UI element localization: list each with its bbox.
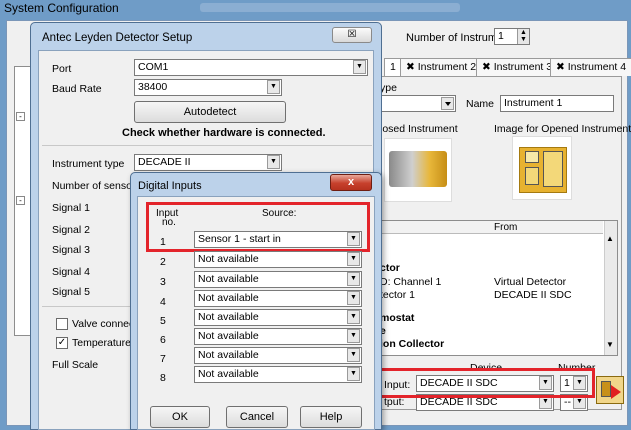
tab-instrument-2[interactable]: ✖ Instrument 2 bbox=[400, 58, 483, 76]
input-row-number: 4 bbox=[160, 296, 166, 308]
input-row-number: 8 bbox=[160, 372, 166, 384]
full-scale-label: Full Scale bbox=[52, 359, 99, 371]
list-item[interactable]: tector 1 bbox=[380, 289, 415, 301]
table-header-from: From bbox=[494, 222, 518, 233]
detector-dialog-title: Antec Leyden Detector Setup bbox=[42, 32, 193, 44]
tab-instrument-3[interactable]: ✖ Instrument 3 bbox=[476, 58, 559, 76]
input-source-select[interactable]: Not available bbox=[194, 309, 362, 326]
instrument-type-select[interactable]: DECADE II bbox=[134, 154, 282, 171]
autodetect-button[interactable]: Autodetect bbox=[134, 101, 286, 123]
input-highlight-box bbox=[375, 368, 595, 398]
input-source-select[interactable]: Not available bbox=[194, 366, 362, 383]
opened-instrument-image-label: Image for Opened Instrument bbox=[494, 123, 631, 135]
chevron-down-icon[interactable]: ▼ bbox=[347, 367, 360, 381]
input-source-select[interactable]: Not available bbox=[194, 328, 362, 345]
input-row-number: 2 bbox=[160, 256, 166, 268]
list-item-from: Virtual Detector bbox=[494, 276, 567, 288]
components-table bbox=[378, 220, 618, 356]
scroll-down-icon[interactable]: ▼ bbox=[606, 340, 614, 349]
chevron-down-icon[interactable]: ▼ bbox=[267, 155, 280, 169]
chevron-down-icon[interactable]: ▼ bbox=[347, 348, 360, 362]
chevron-down-icon[interactable]: ▼ bbox=[347, 329, 360, 343]
components-table-header bbox=[379, 221, 603, 234]
port-select[interactable]: COM1 bbox=[134, 59, 368, 76]
list-item[interactable]: D: Channel 1 bbox=[380, 276, 441, 288]
cancel-button[interactable]: Cancel bbox=[226, 406, 288, 428]
input-source-select[interactable]: Not available bbox=[194, 290, 362, 307]
temperature-label: Temperature bbox=[72, 337, 131, 349]
list-item[interactable]: mostat bbox=[380, 312, 414, 324]
input-row-number: 3 bbox=[160, 276, 166, 288]
io-settings-icon[interactable] bbox=[596, 376, 624, 404]
input-1-highlight-box bbox=[146, 202, 370, 252]
signal-5-label: Signal 5 bbox=[52, 286, 90, 298]
signal-1-label: Signal 1 bbox=[52, 202, 90, 214]
signal-4-label: Signal 4 bbox=[52, 266, 90, 278]
signal-3-label: Signal 3 bbox=[52, 244, 90, 256]
chevron-down-icon[interactable]: ▼ bbox=[267, 80, 280, 94]
type-label: ype bbox=[380, 82, 397, 94]
instrument-type-label: Instrument type bbox=[52, 158, 125, 170]
port-label: Port bbox=[52, 63, 72, 75]
tree-expander-icon[interactable]: - bbox=[16, 196, 25, 205]
name-label: Name bbox=[466, 98, 495, 110]
signal-2-label: Signal 2 bbox=[52, 224, 90, 236]
tree-expander-icon[interactable]: - bbox=[16, 112, 25, 121]
list-item[interactable]: ion Collector bbox=[380, 338, 444, 350]
close-icon[interactable]: x bbox=[330, 174, 372, 191]
baud-rate-label: Baud Rate bbox=[52, 83, 102, 95]
input-row-number: 6 bbox=[160, 334, 166, 346]
check-hardware-text: Check whether hardware is connected. bbox=[122, 127, 326, 139]
input-row-number: 5 bbox=[160, 315, 166, 327]
opened-instrument-image[interactable] bbox=[512, 136, 572, 200]
number-spinner-icon[interactable]: ▲ ▼ bbox=[517, 29, 529, 44]
digital-inputs-title: Digital Inputs bbox=[138, 180, 202, 192]
chevron-down-icon[interactable]: ▼ bbox=[347, 291, 360, 305]
chevron-down-icon[interactable]: ▼ bbox=[347, 272, 360, 286]
list-item[interactable]: ctor bbox=[380, 262, 400, 274]
main-window-title-blurred bbox=[200, 3, 460, 12]
chevron-down-icon[interactable]: ▼ bbox=[347, 310, 360, 324]
chevron-down-icon[interactable]: ▼ bbox=[347, 252, 360, 266]
type-select[interactable] bbox=[378, 95, 456, 112]
main-window-title: System Configuration bbox=[4, 1, 119, 15]
divider bbox=[42, 145, 372, 146]
baud-rate-select[interactable]: 38400 bbox=[134, 79, 282, 96]
list-item-from: DECADE II SDC bbox=[494, 289, 572, 301]
tab-instrument-4[interactable]: ✖ Instrument 4 bbox=[550, 58, 631, 76]
closed-instrument-image-label: losed Instrument bbox=[380, 123, 458, 135]
ok-button[interactable]: OK bbox=[150, 406, 210, 428]
temperature-checkbox[interactable]: ✓ bbox=[56, 337, 68, 349]
input-source-select[interactable]: Not available bbox=[194, 347, 362, 364]
number-of-sensors-label: Number of sensors bbox=[52, 180, 141, 192]
input-source-select[interactable]: Not available bbox=[194, 271, 362, 288]
input-source-select[interactable]: Not available bbox=[194, 251, 362, 268]
input-row-number: 7 bbox=[160, 353, 166, 365]
scroll-up-icon[interactable]: ▲ bbox=[606, 234, 614, 243]
close-icon[interactable]: ☒ bbox=[332, 27, 372, 43]
chevron-down-icon[interactable]: ▼ bbox=[353, 60, 366, 74]
valve-connected-checkbox[interactable] bbox=[56, 318, 68, 330]
name-input[interactable]: Instrument 1 bbox=[500, 95, 614, 112]
closed-instrument-image[interactable] bbox=[384, 138, 452, 202]
help-button[interactable]: Help bbox=[300, 406, 362, 428]
